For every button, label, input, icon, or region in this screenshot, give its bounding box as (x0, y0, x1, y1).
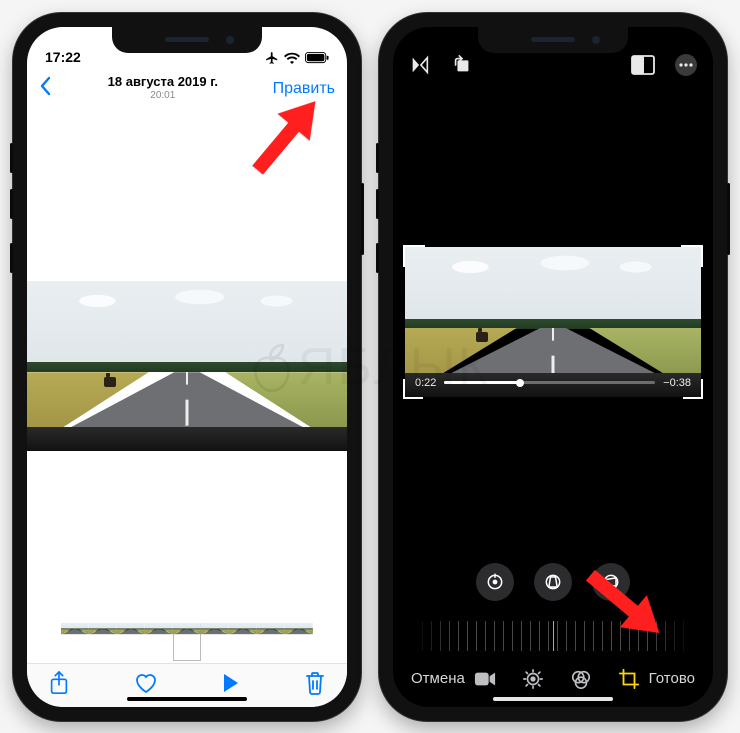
favorite-button[interactable] (134, 672, 158, 699)
thumbnail-strip[interactable] (27, 621, 347, 663)
delete-button[interactable] (305, 671, 325, 700)
straighten-icon (485, 572, 505, 592)
aspect-ratio-icon (631, 55, 655, 75)
mode-filters-button[interactable] (570, 668, 592, 690)
airplane-mode-icon (265, 51, 279, 65)
video-icon (474, 671, 496, 687)
elapsed-time: 0:22 (415, 377, 436, 389)
rotation-dials (393, 563, 713, 607)
chevron-left-icon (39, 76, 53, 96)
notch (112, 27, 262, 53)
done-button[interactable]: Готово (649, 670, 695, 687)
wifi-icon (284, 52, 300, 64)
ellipsis-icon (675, 54, 697, 76)
media-viewer[interactable] (27, 111, 347, 621)
play-button[interactable] (222, 673, 240, 698)
scrubber-track[interactable] (444, 381, 655, 384)
notch (478, 27, 628, 53)
mode-video-button[interactable] (474, 671, 496, 687)
crop-frame[interactable]: 0:22 −0:38 (405, 247, 701, 397)
status-icons (265, 51, 329, 65)
remaining-time: −0:38 (663, 377, 691, 389)
mode-adjust-button[interactable] (522, 668, 544, 690)
flip-vertical-icon (409, 54, 431, 76)
crop-icon (618, 668, 640, 690)
home-indicator[interactable] (493, 697, 613, 701)
battery-icon (305, 52, 329, 64)
edit-button[interactable]: Править (273, 80, 335, 98)
perspective-vertical-dial[interactable] (534, 563, 572, 601)
filters-icon (570, 668, 592, 690)
adjust-icon (522, 668, 544, 690)
straighten-dial[interactable] (476, 563, 514, 601)
photo-date: 18 августа 2019 г. (108, 75, 218, 90)
mode-crop-button[interactable] (618, 668, 640, 690)
crop-canvas[interactable]: 0:22 −0:38 (393, 87, 713, 557)
flip-button[interactable] (409, 54, 431, 81)
back-button[interactable] (39, 76, 53, 101)
trash-icon (305, 671, 325, 695)
share-icon (49, 671, 69, 695)
home-indicator[interactable] (127, 697, 247, 701)
rotate-button[interactable] (451, 54, 473, 81)
angle-ruler[interactable] (413, 621, 693, 651)
cancel-button[interactable]: Отмена (411, 670, 465, 687)
phone-left-photos-viewer: 17:22 18 августа 2019 г. 20:01 Править (13, 13, 361, 721)
share-button[interactable] (49, 671, 69, 700)
more-button[interactable] (675, 54, 697, 81)
video-frame (27, 281, 347, 451)
perspective-horizontal-icon (601, 572, 621, 592)
nav-title: 18 августа 2019 г. 20:01 (108, 75, 218, 101)
perspective-vertical-icon (543, 572, 563, 592)
status-time: 17:22 (45, 49, 81, 65)
playback-bar[interactable]: 0:22 −0:38 (415, 377, 691, 389)
perspective-horizontal-dial[interactable] (592, 563, 630, 601)
nav-bar: 18 августа 2019 г. 20:01 Править (27, 67, 347, 111)
photo-time: 20:01 (108, 90, 218, 102)
phone-right-video-editor: 0:22 −0:38 Отмена (379, 13, 727, 721)
rotate-icon (451, 54, 473, 76)
play-icon (222, 673, 240, 693)
aspect-ratio-button[interactable] (631, 55, 655, 80)
heart-icon (134, 672, 158, 694)
